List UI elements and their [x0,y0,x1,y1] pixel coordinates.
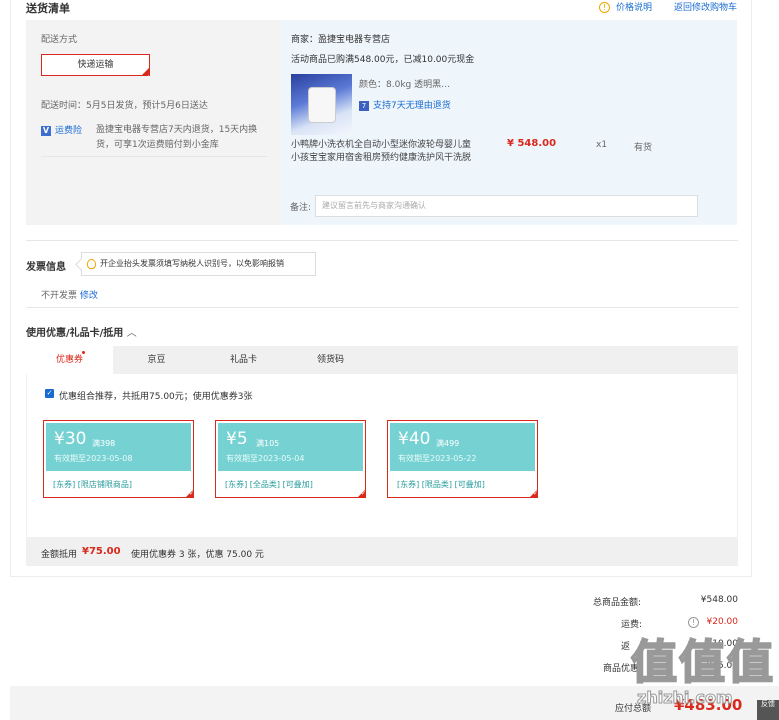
feedback-button[interactable]: 反馈 [757,700,779,720]
coupon-date: 有效期至2023-05-22 [398,454,477,463]
selected-check-icon [357,489,366,498]
invoice-status-text: 不开发票 [41,291,78,301]
recommend-checkbox[interactable]: ✓ [45,389,54,398]
product-name-line-1: 小鸭牌小洗衣机全自动小型迷你波轮母婴儿童 [291,140,472,150]
info-icon: ! [598,2,610,13]
freight-insurance[interactable]: V 运费险 [41,123,82,136]
tab-giftcard[interactable]: 礼品卡 [200,346,287,374]
coupon-date: 有效期至2023-05-08 [54,454,133,463]
coupon-tags: [东券] [限品类] [可叠加] [397,480,485,489]
discount-sum-label: 金额抵用 [41,550,78,560]
divider [41,156,267,157]
selected-check-icon [141,67,150,88]
invoice-status: 不开发票 修改 [41,288,98,301]
tab-redeem-code[interactable]: 领货码 [287,346,374,374]
return-7day-icon: 7 [359,101,369,111]
shipping-time: 配送时间：5月5日发货，预计5月6日送达 [41,101,208,111]
tab-coupon-label: 优惠券 [55,355,83,365]
coupon-limit: 满499 [436,439,460,448]
coupon-limit: 满398 [92,439,116,448]
watermark-logo: 值值值 [630,634,775,690]
return-label: 返 [621,642,631,652]
shop-name: 商家：盈捷宝电器专营店 [291,35,391,45]
coupon-amount: ¥30 [54,429,87,449]
discount-title[interactable]: 使用优惠/礼品卡/抵用 ︿ [26,324,137,339]
discount-sum-value: ¥75.00 [82,546,121,557]
collapse-arrow-icon[interactable]: ︿ [127,328,137,339]
tab-jingdou[interactable]: 京豆 [113,346,200,374]
page-title: 送货清单 [26,2,70,15]
watermark-text: zhizhi.com [637,688,734,708]
invoice-tip-text: 开企业抬头发票须填写纳税人识别号，以免影响报销 [100,259,284,268]
promo-text: 活动商品已购满548.00元，已减10.00元现金 [291,55,475,65]
discount-title-text: 使用优惠/礼品卡/抵用 [26,328,124,339]
coupon-date: 有效期至2023-05-04 [226,454,305,463]
divider [26,307,738,308]
stock-status: 有货 [634,143,653,153]
discount-tabs: 优惠券 京豆 礼品卡 领货码 [26,346,738,374]
return-policy-text: 支持7天无理由退货 [373,101,451,111]
discount-sum-text: 使用优惠券 3 张，优惠 75.00 元 [131,550,264,560]
product-name-line-2: 小孩宝宝家用宿舍租房预约健康洗护风干洗脱 [291,153,472,163]
new-dot-icon [82,351,85,354]
product-name[interactable]: 小鸭牌小洗衣机全自动小型迷你波轮母婴儿童 小孩宝宝家用宿舍租房预约健康洗护风干洗… [291,139,471,165]
coupon-face: ¥5 满105 有效期至2023-05-04 [218,423,363,471]
coupon-limit: 满105 [256,439,280,448]
coupon-face: ¥30 满398 有效期至2023-05-08 [46,423,191,471]
freight-desc-line-2: 货，可享1次运费赔付到小金库 [96,140,219,150]
back-to-cart-link[interactable]: 返回修改购物车 [674,0,737,13]
price-explain-link[interactable]: ! 价格说明 [598,0,652,13]
freight-desc-line-1: 盈捷宝电器专营店7天内退货，15天内换 [96,125,258,135]
freight-insurance-icon: V [41,126,51,136]
shipping-method-option[interactable]: 快递运输 [41,54,150,88]
discount-summary: 金额抵用 ¥75.00 使用优惠券 3 张，优惠 75.00 元 [26,538,738,566]
product-color: 颜色：8.0kg 透明黑… [359,80,451,90]
lightbulb-icon [87,259,96,269]
coupon-tags: [东券] [限店铺限商品] [53,480,133,489]
order-item-panel: 商家：盈捷宝电器专营店 活动商品已购满548.00元，已减10.00元现金 颜色… [281,20,737,225]
coupon-card[interactable]: ¥30 满398 有效期至2023-05-08 [东券] [限店铺限商品] [43,420,194,498]
shipping-panel: 配送方式 快递运输 配送时间：5月5日发货，预计5月6日送达 V 运费险 盈捷宝电… [26,20,281,225]
coupon-card[interactable]: ¥5 满105 有效期至2023-05-04 [东券] [全品类] [可叠加] [215,420,366,498]
freight-insurance-desc: 盈捷宝电器专营店7天内退货，15天内换 货，可享1次运费赔付到小金库 [96,123,276,153]
coupon-tags: [东券] [全品类] [可叠加] [225,480,313,489]
remark-label: 备注: [290,203,312,213]
invoice-modify-link[interactable]: 修改 [80,291,98,301]
invoice-title: 发票信息 [26,262,66,273]
product-qty: x1 [596,140,608,150]
recommend-text: 优惠组合推荐，共抵用75.00元；使用优惠券3张 [59,392,253,402]
goods-total-value: ¥548.00 [700,595,738,605]
goods-total-label: 总商品金额: [593,598,642,608]
coupon-face: ¥40 满499 有效期至2023-05-22 [390,423,535,471]
shipping-method-label: 配送方式 [41,35,78,45]
product-thumbnail[interactable] [291,74,352,135]
freight-insurance-label[interactable]: 运费险 [55,126,82,136]
shipping-method-value: 快递运输 [77,60,114,70]
selected-check-icon [529,489,538,498]
tab-coupon[interactable]: 优惠券 [26,346,113,374]
coupon-amount: ¥5 [226,429,248,449]
invoice-tip: 开企业抬头发票须填写纳税人识别号，以免影响报销 [81,252,316,276]
coupon-card[interactable]: ¥40 满499 有效期至2023-05-22 [东券] [限品类] [可叠加] [387,420,538,498]
remark-input[interactable]: 建议留言前先与商家沟通确认 [315,195,698,217]
selected-check-icon [185,489,194,498]
return-policy: 7 支持7天无理由退货 [359,98,451,111]
product-price: ¥ 548.00 [507,138,557,149]
top-links: ! 价格说明 返回修改购物车 [598,0,737,13]
divider [26,240,738,241]
coupon-amount: ¥40 [398,429,431,449]
